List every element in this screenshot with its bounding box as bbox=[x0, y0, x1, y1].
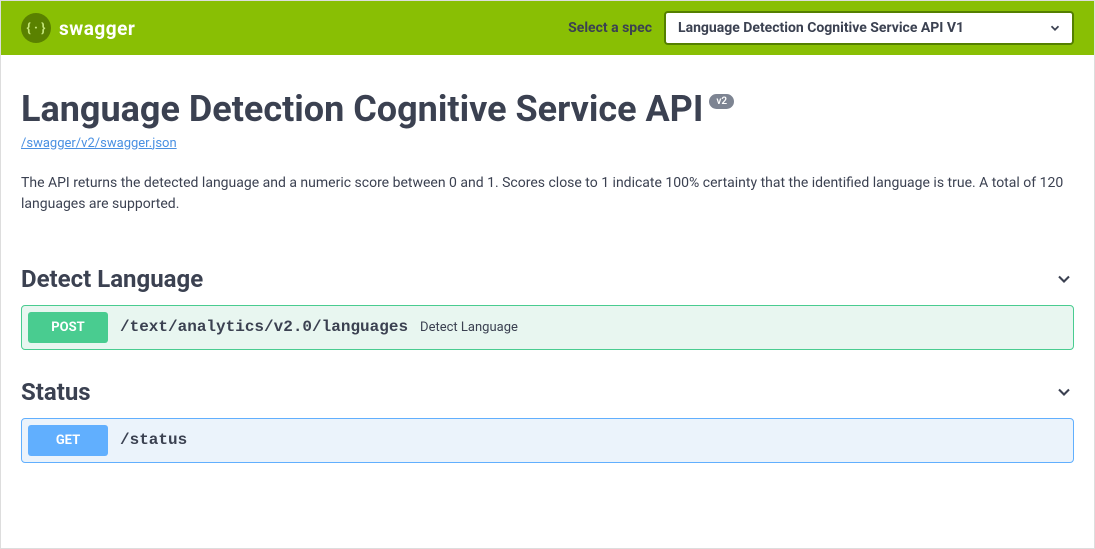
chevron-down-icon bbox=[1048, 21, 1062, 35]
tag-name: Status bbox=[21, 378, 91, 406]
tag-section-detect-language: Detect Language POST /text/analytics/v2.… bbox=[21, 265, 1074, 350]
api-description: The API returns the detected language an… bbox=[21, 173, 1074, 215]
topbar: { · } swagger Select a spec Language Det… bbox=[1, 1, 1094, 55]
spec-selector-container: Select a spec Language Detection Cogniti… bbox=[568, 11, 1074, 45]
operation-path: /status bbox=[120, 431, 187, 449]
operation-row[interactable]: GET /status bbox=[21, 418, 1074, 463]
tag-section-status: Status GET /status bbox=[21, 378, 1074, 463]
brand-text: swagger bbox=[59, 17, 135, 40]
tag-header[interactable]: Status bbox=[21, 378, 1074, 406]
spec-select[interactable]: Language Detection Cognitive Service API… bbox=[664, 11, 1074, 45]
method-badge-post: POST bbox=[28, 312, 108, 343]
chevron-down-icon bbox=[1054, 382, 1074, 402]
tag-name: Detect Language bbox=[21, 265, 203, 293]
spec-select-label: Select a spec bbox=[568, 20, 652, 36]
title-row: Language Detection Cognitive Service API… bbox=[21, 90, 1074, 130]
operation-summary: Detect Language bbox=[420, 320, 518, 335]
spec-select-value: Language Detection Cognitive Service API… bbox=[678, 20, 1037, 36]
chevron-down-icon bbox=[1054, 269, 1074, 289]
swagger-logo-icon: { · } bbox=[21, 13, 51, 43]
tag-header[interactable]: Detect Language bbox=[21, 265, 1074, 293]
brand-container: { · } swagger bbox=[21, 13, 135, 43]
api-title: Language Detection Cognitive Service API bbox=[21, 90, 703, 130]
main-content: Language Detection Cognitive Service API… bbox=[1, 55, 1094, 493]
operation-row[interactable]: POST /text/analytics/v2.0/languages Dete… bbox=[21, 305, 1074, 350]
version-badge: v2 bbox=[709, 94, 734, 109]
method-badge-get: GET bbox=[28, 425, 108, 456]
operation-path: /text/analytics/v2.0/languages bbox=[120, 318, 408, 336]
swagger-json-link[interactable]: /swagger/v2/swagger.json bbox=[21, 136, 177, 151]
